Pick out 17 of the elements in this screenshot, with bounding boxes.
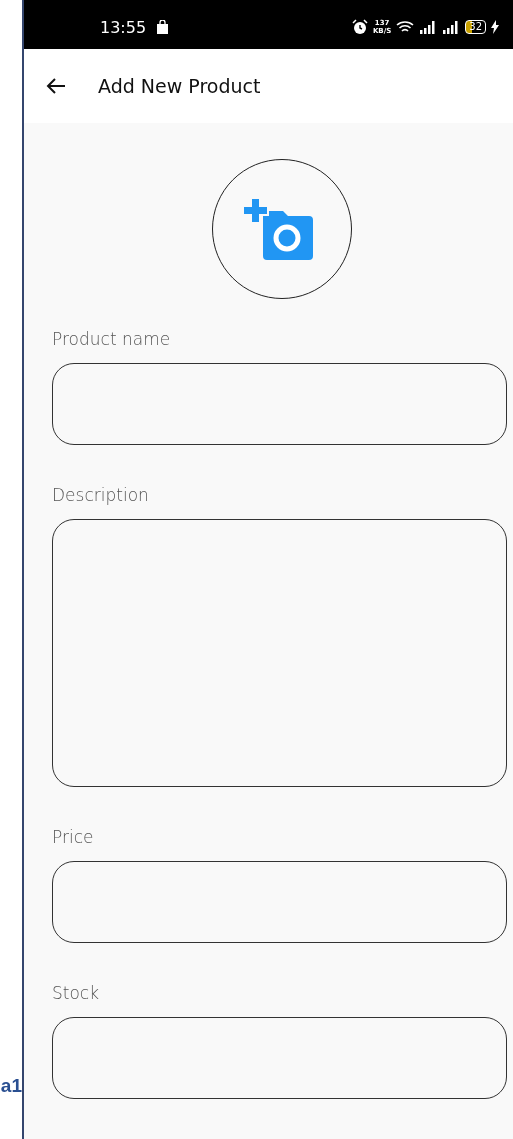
alarm-icon (351, 19, 368, 36)
page-title: Add New Product (98, 74, 261, 97)
input-field[interactable] (52, 861, 507, 943)
status-time: 13:55 (100, 17, 147, 37)
field-label: Stock (52, 983, 101, 1003)
description-field[interactable] (52, 519, 507, 787)
field-label: Price (52, 827, 95, 847)
field-label: Product name (52, 329, 172, 349)
signal-icon (442, 20, 461, 35)
input-field[interactable] (52, 1017, 507, 1099)
shopping-bag-icon (156, 19, 170, 35)
input-field[interactable] (52, 363, 507, 445)
signal-icon (419, 20, 438, 35)
field-label: Description (52, 485, 150, 505)
add-camera-icon (244, 198, 314, 260)
page-fragment-text: a1 (0, 1075, 22, 1097)
charging-bolt-icon (491, 20, 499, 35)
